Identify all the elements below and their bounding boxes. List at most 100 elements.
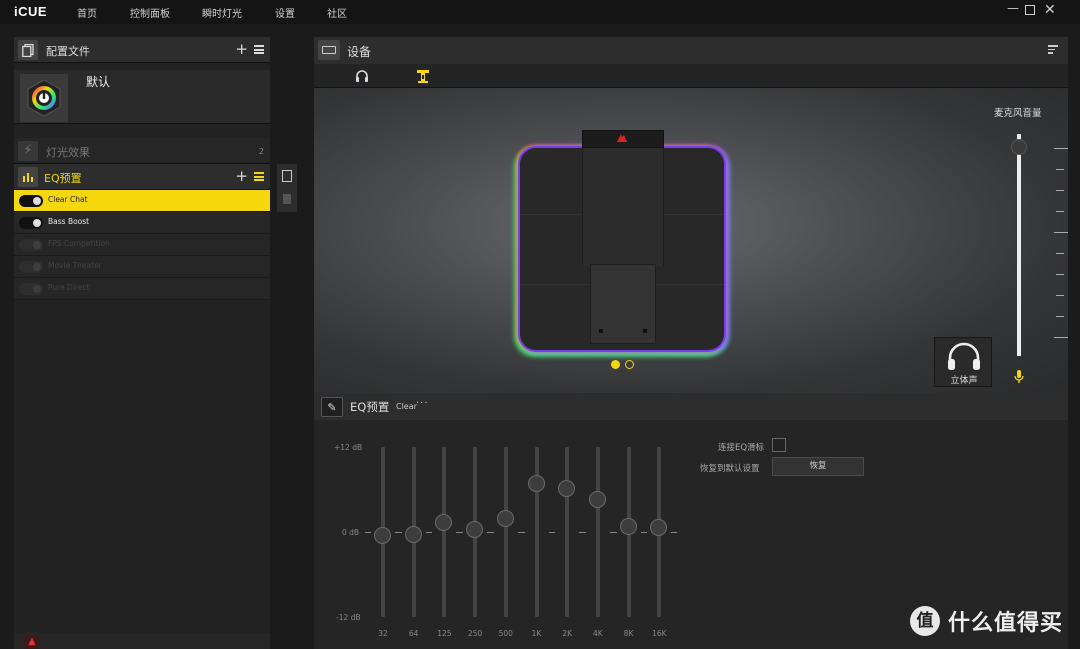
device-tabs bbox=[314, 64, 1068, 88]
headset-stand-tab-icon[interactable] bbox=[415, 68, 431, 84]
eq-band-slider[interactable]: 125 bbox=[426, 447, 463, 647]
mic-volume-thumb[interactable] bbox=[1011, 139, 1027, 156]
mic-volume-label: 麦克风音量 bbox=[994, 108, 1042, 119]
eq-preset-item[interactable]: Movie Theater bbox=[14, 256, 270, 278]
eq-preset-item[interactable]: Clear Chat bbox=[14, 190, 270, 212]
microphone-icon bbox=[1014, 370, 1024, 384]
eq-band-frequency-label: 1K bbox=[531, 629, 542, 638]
eq-band-slider[interactable]: 500 bbox=[487, 447, 524, 647]
keyboard-icon bbox=[318, 40, 340, 60]
eq-panel-preset-name: Clear bbox=[396, 402, 417, 411]
page-dot-active[interactable] bbox=[611, 360, 620, 369]
stereo-button[interactable]: 立体声 bbox=[934, 337, 992, 387]
warning-icon[interactable]: ▲ bbox=[24, 635, 40, 649]
eq-band-thumb[interactable] bbox=[588, 490, 606, 508]
eq-band-track[interactable] bbox=[503, 447, 508, 617]
lighting-effects-label: 灯光效果 bbox=[46, 146, 90, 159]
link-eq-sliders-label: 连接EQ滑标 bbox=[718, 443, 765, 453]
page-dot-inactive[interactable] bbox=[625, 360, 634, 369]
eq-band-track[interactable] bbox=[442, 447, 447, 617]
eq-band-zero-tick bbox=[487, 532, 494, 533]
eq-band-frequency-label: 2K bbox=[562, 629, 573, 638]
maximize-button[interactable] bbox=[1025, 5, 1035, 15]
trash-icon[interactable] bbox=[283, 194, 291, 204]
eq-band-zero-tick bbox=[426, 532, 433, 533]
copy-icon[interactable] bbox=[282, 170, 292, 182]
add-eq-preset-button[interactable]: + bbox=[235, 167, 248, 185]
eq-band-zero-tick bbox=[395, 532, 402, 533]
link-eq-sliders-checkbox[interactable] bbox=[772, 438, 786, 452]
nav-home[interactable]: 首页 bbox=[77, 5, 97, 20]
eq-preset-item[interactable]: Pure Direct bbox=[14, 278, 270, 300]
title-bar: iCUE 首页 控制面板 瞬时灯光 设置 社区 — ✕ bbox=[0, 0, 1080, 24]
eq-band-slider[interactable]: 4K bbox=[579, 447, 616, 647]
device-title: 设备 bbox=[347, 45, 372, 59]
eq-band-frequency-label: 500 bbox=[498, 629, 513, 638]
profile-item-default[interactable]: 默认 bbox=[14, 70, 270, 124]
reset-button[interactable]: 恢复 bbox=[772, 457, 864, 476]
nav-dashboard[interactable]: 控制面板 bbox=[130, 5, 170, 20]
profiles-header: 配置文件 + bbox=[14, 37, 270, 63]
lighting-effects-row[interactable]: ⚡ 灯光效果 2 bbox=[14, 138, 270, 164]
device-header: 设备 bbox=[314, 37, 1068, 64]
db-bottom-label: -12 dB bbox=[336, 613, 361, 622]
eq-band-track[interactable] bbox=[595, 447, 600, 617]
eq-preset-toggle[interactable] bbox=[19, 217, 43, 229]
eq-preset-label: Bass Boost bbox=[48, 217, 90, 226]
profiles-icon bbox=[18, 40, 38, 60]
lighting-effects-count: 2 bbox=[258, 147, 264, 156]
eq-band-slider[interactable]: 1K bbox=[518, 447, 555, 647]
eq-presets-menu-icon[interactable] bbox=[254, 172, 264, 181]
edit-icon[interactable]: ✎ bbox=[321, 397, 343, 417]
eq-band-thumb[interactable] bbox=[435, 514, 453, 532]
eq-preset-label: FPS Competition bbox=[48, 239, 110, 248]
preset-action-strip bbox=[277, 164, 297, 212]
stereo-label: 立体声 bbox=[950, 376, 978, 386]
eq-band-track[interactable] bbox=[565, 447, 570, 617]
profiles-menu-icon[interactable] bbox=[254, 45, 264, 54]
eq-band-zero-tick bbox=[457, 532, 464, 533]
eq-preset-item[interactable]: Bass Boost bbox=[14, 212, 270, 234]
minimize-button[interactable]: — bbox=[1007, 1, 1019, 15]
add-profile-button[interactable]: + bbox=[235, 40, 248, 58]
eq-band-thumb[interactable] bbox=[527, 474, 545, 492]
headset-stand-base bbox=[590, 264, 656, 344]
eq-band-thumb[interactable] bbox=[650, 519, 668, 537]
device-preview: 麦克风音量 立体声 bbox=[314, 88, 1068, 393]
mic-volume-ticks bbox=[1054, 148, 1068, 338]
eq-band-track[interactable] bbox=[534, 447, 539, 617]
nav-instant-lighting[interactable]: 瞬时灯光 bbox=[202, 5, 242, 20]
eq-band-thumb[interactable] bbox=[466, 521, 484, 539]
eq-band-thumb[interactable] bbox=[374, 527, 391, 545]
eq-band-slider[interactable]: 32 bbox=[365, 447, 401, 647]
eq-preset-toggle[interactable] bbox=[19, 261, 43, 273]
eq-preset-list: Clear Chat Bass Boost FPS Competition Mo… bbox=[14, 190, 270, 300]
headset-tab-icon[interactable] bbox=[354, 68, 370, 84]
eq-band-thumb[interactable] bbox=[496, 510, 514, 528]
close-button[interactable]: ✕ bbox=[1044, 2, 1056, 18]
eq-preset-toggle[interactable] bbox=[19, 239, 43, 251]
eq-presets-header: EQ预置 + bbox=[14, 164, 270, 190]
mic-volume-slider[interactable] bbox=[1017, 134, 1021, 356]
more-options-icon[interactable]: ··· bbox=[416, 398, 429, 409]
eq-band-thumb[interactable] bbox=[558, 479, 576, 497]
eq-band-slider[interactable]: 2K bbox=[549, 447, 586, 647]
eq-band-slider[interactable]: 16K bbox=[641, 447, 678, 647]
profile-name: 默认 bbox=[86, 75, 111, 89]
eq-band-frequency-label: 125 bbox=[437, 629, 452, 638]
eq-band-frequency-label: 4K bbox=[593, 629, 603, 638]
eq-preset-toggle[interactable] bbox=[19, 283, 43, 295]
eq-band-slider[interactable]: 250 bbox=[457, 447, 494, 647]
sort-icon[interactable] bbox=[1048, 45, 1058, 54]
profiles-title: 配置文件 bbox=[46, 45, 90, 58]
nav-settings[interactable]: 设置 bbox=[275, 5, 295, 20]
eq-band-zero-tick bbox=[365, 532, 371, 533]
eq-band-slider[interactable]: 8K bbox=[610, 447, 647, 647]
nav-community[interactable]: 社区 bbox=[327, 5, 347, 20]
eq-preset-item[interactable]: FPS Competition bbox=[14, 234, 270, 256]
eq-band-thumb[interactable] bbox=[404, 525, 422, 543]
eq-band-thumb[interactable] bbox=[619, 517, 637, 535]
eq-preset-toggle[interactable] bbox=[19, 195, 43, 207]
eq-band-slider[interactable]: 64 bbox=[395, 447, 432, 647]
watermark-logo: 值 bbox=[910, 606, 940, 636]
